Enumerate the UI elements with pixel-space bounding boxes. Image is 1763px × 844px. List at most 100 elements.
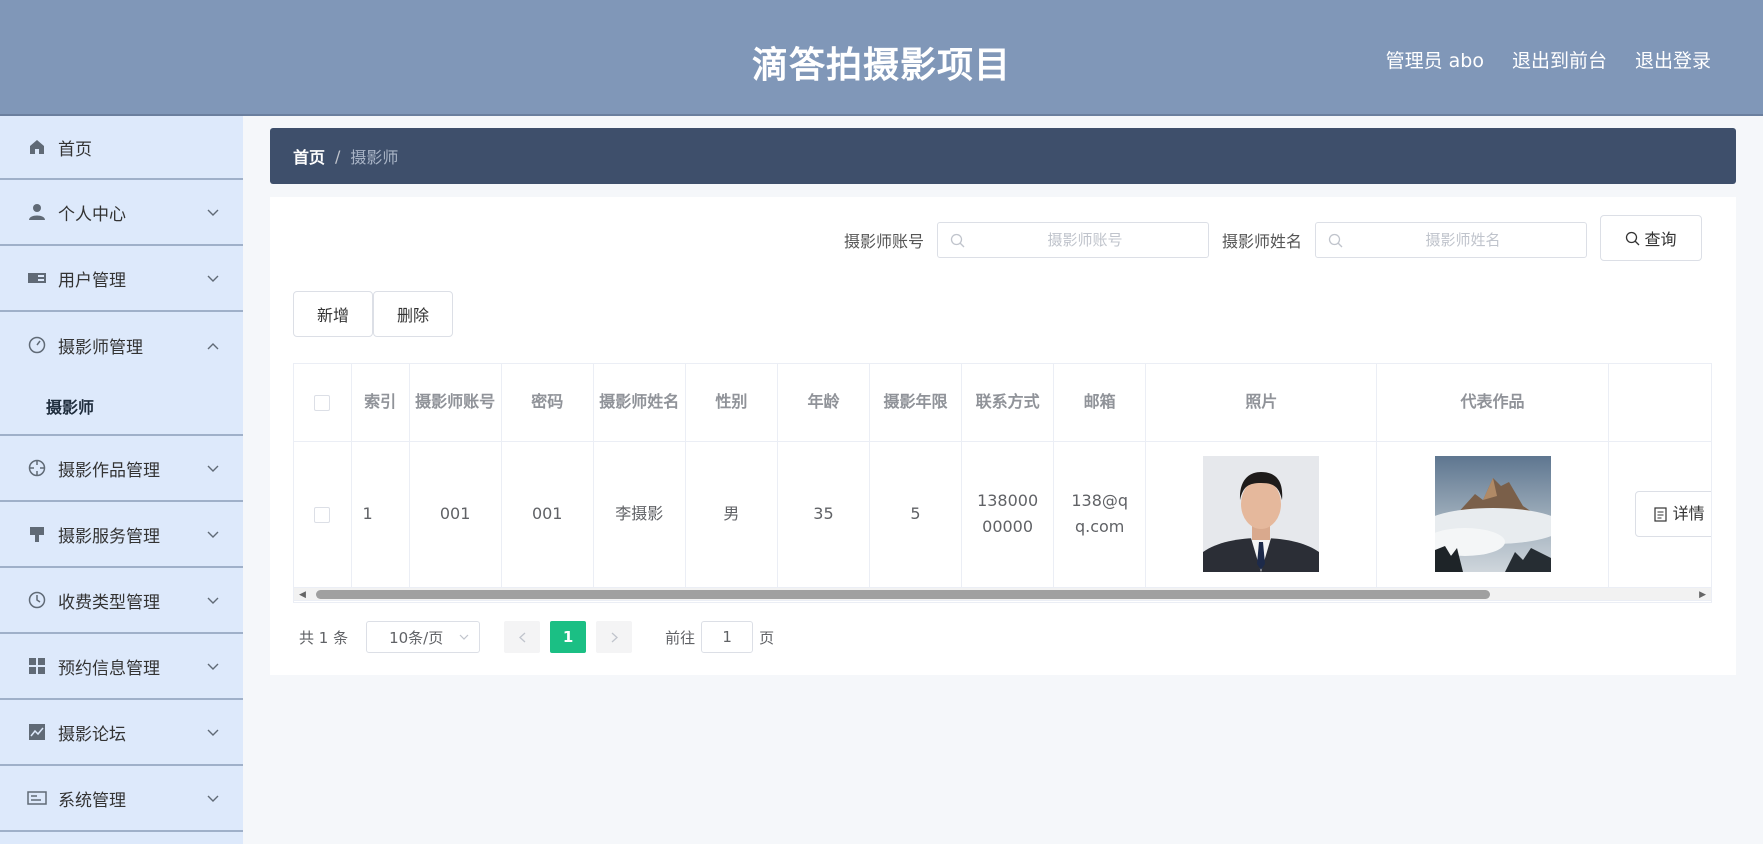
page-number-button[interactable]: 1 xyxy=(550,621,587,653)
chevron-down-icon xyxy=(207,524,219,544)
delete-button[interactable]: 删除 xyxy=(373,291,454,337)
chevron-down-icon xyxy=(207,788,219,808)
column-header: 性别 xyxy=(685,364,778,442)
service-icon xyxy=(27,524,47,544)
clock-icon xyxy=(27,590,47,610)
search-icon xyxy=(1626,231,1640,245)
page-suffix-label: 页 xyxy=(759,628,775,647)
sidebar-item-photographer-management[interactable]: 摄影师管理 xyxy=(0,312,243,378)
add-button[interactable]: 新增 xyxy=(293,291,374,337)
goto-page-input[interactable]: 1 xyxy=(701,621,754,653)
dashboard-icon xyxy=(27,335,47,355)
photo-cell xyxy=(1145,441,1378,588)
admin-user-label: 管理员 abo xyxy=(1385,50,1484,72)
chevron-down-icon xyxy=(207,722,219,742)
sidebar-item-forum[interactable]: 摄影论坛 xyxy=(0,700,243,766)
sidebar-item-label: 摄影师管理 xyxy=(58,337,143,358)
chevron-left-icon xyxy=(518,632,526,642)
detail-button[interactable]: 详情 xyxy=(1634,491,1711,537)
chevron-down-icon xyxy=(459,634,469,640)
name-search-input[interactable] xyxy=(1316,223,1586,257)
query-button[interactable]: 查询 xyxy=(1600,215,1702,261)
row-select-cell xyxy=(294,441,352,588)
column-header: 摄影年限 xyxy=(869,364,963,442)
column-header: 年龄 xyxy=(777,364,870,442)
search-icon xyxy=(1328,233,1343,252)
sidebar-item-label: 用户管理 xyxy=(58,270,126,291)
account-search-label: 摄影师账号 xyxy=(843,232,924,251)
chevron-down-icon xyxy=(207,268,219,288)
name-search-field xyxy=(1315,222,1587,258)
password-cell: 001 xyxy=(501,441,594,588)
scroll-right-arrow-icon[interactable]: ▶ xyxy=(1699,590,1706,600)
chevron-down-icon xyxy=(207,656,219,676)
column-header: 摄影师姓名 xyxy=(593,364,686,442)
representative-work-image[interactable] xyxy=(1434,456,1551,572)
column-header: 照片 xyxy=(1145,364,1378,442)
sidebar-item-label: 首页 xyxy=(58,139,92,160)
page-size-select[interactable]: 10条/页 xyxy=(366,621,481,653)
chevron-right-icon xyxy=(611,632,618,642)
sidebar-item-label: 个人中心 xyxy=(58,204,126,225)
top-header: 滴答拍摄影项目 管理员 abo 退出到前台 退出登录 xyxy=(0,0,1763,116)
table-row: 1 001 001 李摄影 男 35 5 13800000000 138@qq.… xyxy=(294,441,1711,588)
works-cell xyxy=(1376,441,1609,588)
account-search-input[interactable] xyxy=(937,223,1208,257)
column-header: 邮箱 xyxy=(1053,364,1147,442)
column-header: 联系方式 xyxy=(961,364,1055,442)
phone-cell: 13800000000 xyxy=(961,441,1055,588)
next-page-button[interactable] xyxy=(596,621,633,653)
logout-link[interactable]: 退出登录 xyxy=(1635,46,1711,73)
name-cell: 李摄影 xyxy=(593,441,686,588)
action-cell: 详情 xyxy=(1608,441,1711,588)
chevron-up-icon xyxy=(207,335,219,355)
sidebar-subitem-photographer[interactable]: 摄影师 xyxy=(0,378,243,436)
photographer-portrait-image[interactable] xyxy=(1203,456,1320,572)
search-bar: 摄影师账号 摄影师姓名 查询 xyxy=(843,215,1702,261)
action-buttons: 新增 删除 xyxy=(293,291,454,337)
sidebar-item-home[interactable]: 首页 xyxy=(0,116,243,180)
chevron-down-icon xyxy=(207,590,219,610)
column-header: 索引 xyxy=(351,364,410,442)
total-count: 共 1 条 xyxy=(299,628,349,647)
sidebar-item-appointment-management[interactable]: 预约信息管理 xyxy=(0,634,243,700)
main-card: 摄影师账号 摄影师姓名 查询 新增 删除 xyxy=(270,197,1736,675)
row-checkbox[interactable] xyxy=(314,506,331,523)
column-header: 代表作品 xyxy=(1376,364,1609,442)
sidebar-item-system-management[interactable]: 系统管理 xyxy=(0,766,243,832)
table-horizontal-scrollbar[interactable]: ◀ ▶ xyxy=(293,587,1712,601)
query-button-label: 查询 xyxy=(1644,230,1677,249)
sidebar-item-user-management[interactable]: 用户管理 xyxy=(0,246,243,312)
card-icon xyxy=(27,788,47,808)
column-header: 密码 xyxy=(501,364,594,442)
pagination: 共 1 条 10条/页 1 前往 1 页 xyxy=(299,621,774,653)
sidebar-item-label: 摄影服务管理 xyxy=(58,526,160,547)
email-cell: 138@qq.com xyxy=(1053,441,1147,588)
chevron-down-icon xyxy=(207,202,219,222)
goto-label: 前往 xyxy=(665,628,696,647)
breadcrumb-home[interactable]: 首页 xyxy=(293,144,325,168)
name-search-label: 摄影师姓名 xyxy=(1221,232,1302,251)
search-icon xyxy=(950,233,965,252)
sidebar-item-label: 摄影论坛 xyxy=(58,724,126,745)
sidebar-item-service-management[interactable]: 摄影服务管理 xyxy=(0,502,243,568)
scroll-left-arrow-icon[interactable]: ◀ xyxy=(299,590,306,600)
gender-cell: 男 xyxy=(685,441,778,588)
sidebar-item-works-management[interactable]: 摄影作品管理 xyxy=(0,436,243,502)
ticket-icon xyxy=(27,268,47,288)
column-header: 摄影师账号 xyxy=(409,364,502,442)
sidebar-item-personal-center[interactable]: 个人中心 xyxy=(0,180,243,246)
sidebar-item-fee-type-management[interactable]: 收费类型管理 xyxy=(0,568,243,634)
select-all-checkbox[interactable] xyxy=(314,394,331,411)
prev-page-button[interactable] xyxy=(504,621,541,653)
years-cell: 5 xyxy=(869,441,963,588)
header-nav: 管理员 abo 退出到前台 退出登录 xyxy=(1386,46,1711,73)
select-all-cell xyxy=(294,364,352,442)
sidebar-item-label: 摄影作品管理 xyxy=(58,460,160,481)
back-to-front-link[interactable]: 退出到前台 xyxy=(1512,46,1607,73)
sidebar: 首页 个人中心 用户管理 摄影师管理 摄影师 摄影作品管理 摄影服务管理 收费类… xyxy=(0,116,243,844)
index-cell: 1 xyxy=(351,441,410,588)
scrollbar-thumb[interactable] xyxy=(316,590,1490,599)
account-cell: 001 xyxy=(409,441,502,588)
crosshair-icon xyxy=(27,458,47,478)
